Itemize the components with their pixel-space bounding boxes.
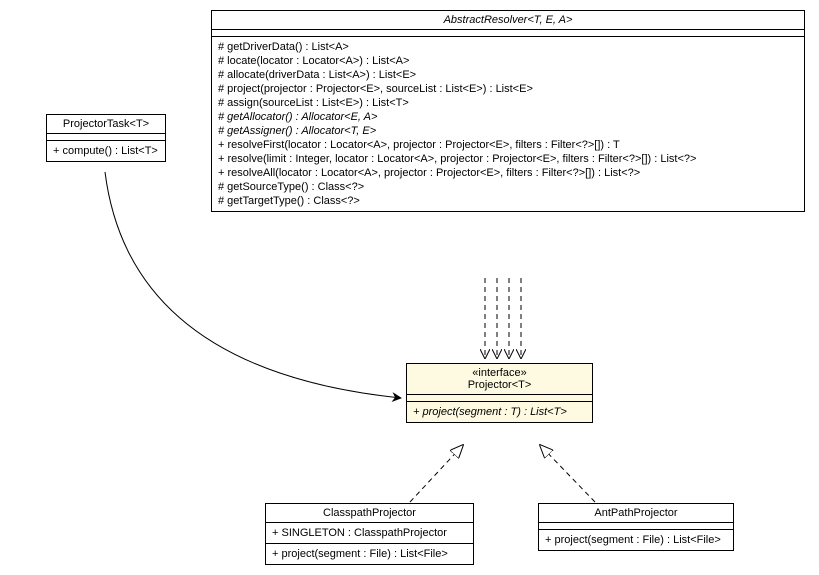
method: # getSourceType() : Class<?> (218, 180, 798, 194)
method: # getAssigner() : Allocator<T, E> (218, 124, 798, 138)
class-title: «interface» Projector<T> (407, 364, 592, 395)
class-antpath-projector: AntPathProjector + project(segment : Fil… (538, 503, 734, 551)
method: + resolveAll(locator : Locator<A>, proje… (218, 166, 798, 180)
class-methods: # getDriverData() : List<A> # locate(loc… (212, 37, 804, 211)
class-attributes-empty (539, 523, 733, 530)
class-projector-task: ProjectorTask<T> + compute() : List<T> (46, 114, 166, 162)
realization-arrow (540, 445, 595, 502)
class-title: ClasspathProjector (266, 504, 473, 523)
class-title: ProjectorTask<T> (47, 115, 165, 134)
class-methods: + project(segment : File) : List<File> (539, 530, 733, 550)
method: + project(segment : T) : List<T> (413, 405, 586, 419)
class-attributes: + SINGLETON : ClasspathProjector (266, 523, 473, 544)
class-methods: + compute() : List<T> (47, 141, 165, 161)
method: + project(segment : File) : List<File> (545, 533, 727, 547)
class-methods: + project(segment : File) : List<File> (266, 544, 473, 564)
class-methods: + project(segment : T) : List<T> (407, 402, 592, 422)
realization-arrow (410, 445, 463, 502)
class-name: Projector<T> (413, 379, 586, 391)
method: + resolve(limit : Integer, locator : Loc… (218, 152, 798, 166)
method: # getAllocator() : Allocator<E, A> (218, 110, 798, 124)
class-attributes-empty (407, 395, 592, 402)
class-title: AntPathProjector (539, 504, 733, 523)
class-projector: «interface» Projector<T> + project(segme… (406, 363, 593, 423)
stereotype: «interface» (413, 367, 586, 379)
method: # project(projector : Projector<E>, sour… (218, 82, 798, 96)
class-classpath-projector: ClasspathProjector + SINGLETON : Classpa… (265, 503, 474, 565)
method: # getDriverData() : List<A> (218, 40, 798, 54)
class-abstract-resolver: AbstractResolver<T, E, A> # getDriverDat… (211, 10, 805, 212)
method: # locate(locator : Locator<A>) : List<A> (218, 54, 798, 68)
method: + resolveFirst(locator : Locator<A>, pro… (218, 138, 798, 152)
method: + compute() : List<T> (53, 144, 159, 158)
method: # allocate(driverData : List<A>) : List<… (218, 68, 798, 82)
class-title: AbstractResolver<T, E, A> (212, 11, 804, 30)
class-attributes-empty (212, 30, 804, 37)
method: + project(segment : File) : List<File> (272, 547, 467, 561)
attribute: + SINGLETON : ClasspathProjector (272, 526, 467, 540)
class-attributes-empty (47, 134, 165, 141)
method: # getTargetType() : Class<?> (218, 194, 798, 208)
method: # assign(sourceList : List<E>) : List<T> (218, 96, 798, 110)
